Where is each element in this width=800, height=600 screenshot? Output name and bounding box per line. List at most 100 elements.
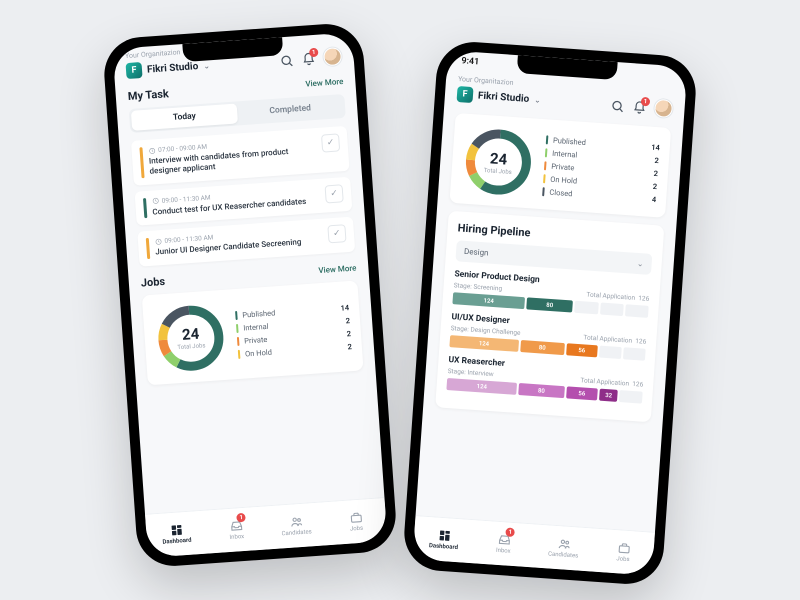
pipeline-filter-value: Design bbox=[464, 247, 489, 258]
bell-icon[interactable]: 1 bbox=[632, 99, 647, 114]
status-time: 9:41 bbox=[461, 56, 480, 67]
tabbar-label: Dashboard bbox=[429, 542, 458, 551]
jobs-card: 24 Total Jobs Published 14 Internal 2 Pr… bbox=[142, 280, 364, 385]
legend-value: 4 bbox=[652, 194, 657, 203]
search-icon[interactable] bbox=[610, 98, 625, 113]
legend-value: 2 bbox=[346, 329, 351, 338]
org-name: Fikri Studio bbox=[147, 61, 199, 76]
search-icon[interactable] bbox=[279, 52, 294, 67]
legend-swatch bbox=[236, 323, 239, 332]
jobs-total-label: Total Jobs bbox=[484, 167, 513, 176]
task-checkbox[interactable]: ✓ bbox=[325, 184, 344, 203]
tabbar-label: Inbox bbox=[496, 547, 511, 555]
task-accent bbox=[139, 147, 144, 178]
tabbar-label: Candidates bbox=[281, 528, 312, 537]
mytask-title: My Task bbox=[127, 87, 169, 103]
pipeline-segment: 56 bbox=[566, 343, 598, 357]
tabbar-jobs[interactable]: Jobs bbox=[592, 529, 655, 576]
mytask-view-more[interactable]: View More bbox=[305, 77, 344, 89]
tabbar-inbox[interactable]: Inbox 1 bbox=[205, 506, 268, 553]
pipeline-item: UI/UX Designer Stage: Design ChallengeTo… bbox=[449, 312, 647, 361]
pipeline-segment-empty bbox=[625, 304, 649, 318]
chevron-down-icon: ⌄ bbox=[203, 61, 210, 70]
pipeline-stage: Stage: Screening bbox=[453, 281, 502, 292]
pipeline-segment: 80 bbox=[520, 340, 565, 355]
org-logo-icon: F bbox=[456, 86, 473, 103]
pipeline-segment: 80 bbox=[518, 383, 564, 398]
legend-value: 2 bbox=[345, 316, 350, 325]
pipeline-segment: 124 bbox=[449, 335, 518, 352]
task-checkbox[interactable]: ✓ bbox=[327, 224, 346, 243]
pipeline-total: Total Application 126 bbox=[583, 333, 646, 345]
legend-swatch bbox=[544, 161, 547, 170]
pipeline-segment-empty bbox=[619, 390, 642, 404]
task-card[interactable]: 07:00 - 09:00 AM Interview with candidat… bbox=[131, 126, 350, 186]
avatar[interactable] bbox=[654, 99, 673, 118]
notif-badge: 1 bbox=[641, 97, 651, 107]
tabbar-badge: 1 bbox=[236, 513, 246, 523]
legend-value: 2 bbox=[653, 181, 658, 190]
tabbar-jobs[interactable]: Jobs bbox=[325, 498, 388, 545]
pipeline-segment-empty bbox=[600, 302, 624, 316]
tab-today[interactable]: Today bbox=[131, 103, 238, 130]
pipeline-stage: Stage: Interview bbox=[447, 367, 494, 378]
legend-value: 14 bbox=[651, 142, 660, 152]
legend-label: Closed bbox=[549, 187, 647, 203]
legend-swatch bbox=[545, 148, 548, 157]
phone-left: Your Organitazion F Fikri Studio ⌄ 1 bbox=[102, 22, 398, 569]
org-logo-icon: F bbox=[126, 62, 143, 79]
bell-icon[interactable]: 1 bbox=[301, 51, 316, 66]
task-checkbox[interactable]: ✓ bbox=[321, 133, 340, 152]
jobs-donut-chart: 24 Total Jobs bbox=[152, 299, 229, 376]
chevron-down-icon: ⌄ bbox=[534, 95, 541, 104]
tabbar-label: Candidates bbox=[548, 550, 579, 559]
jobs-view-more[interactable]: View More bbox=[318, 263, 357, 275]
task-card[interactable]: 09:00 - 11:30 AM Junior UI Designer Cand… bbox=[137, 217, 355, 266]
legend-value: 14 bbox=[340, 303, 349, 313]
legend-swatch bbox=[543, 174, 546, 183]
pipeline-segment: 124 bbox=[446, 378, 517, 395]
tabbar-label: Inbox bbox=[229, 533, 244, 541]
tabbar-badge: 1 bbox=[505, 527, 515, 537]
pipeline-segment: 56 bbox=[566, 386, 598, 400]
jobs-title: Jobs bbox=[140, 274, 165, 289]
pipeline-total: Total Application 126 bbox=[580, 376, 643, 388]
legend-value: 2 bbox=[654, 155, 659, 164]
jobs-donut-chart: 24 Total Jobs bbox=[460, 124, 537, 201]
pipeline-total: Total Application 126 bbox=[586, 291, 649, 303]
pipeline-segment-empty bbox=[623, 347, 646, 361]
screen-left: Your Organitazion F Fikri Studio ⌄ 1 bbox=[113, 32, 388, 557]
tabbar-candidates[interactable]: Candidates bbox=[265, 502, 328, 549]
pipeline-segment-empty bbox=[599, 346, 622, 360]
pipeline-segment: 32 bbox=[599, 389, 618, 402]
tabbar-label: Jobs bbox=[616, 555, 630, 563]
avatar[interactable] bbox=[323, 47, 342, 66]
tab-completed[interactable]: Completed bbox=[237, 96, 344, 123]
legend-label: On Hold bbox=[245, 342, 343, 358]
screen-right: 9:41 Your Organitazion F Fikri Studio ⌄ bbox=[413, 50, 688, 575]
pipeline-segment: 124 bbox=[452, 292, 525, 309]
tabbar-inbox[interactable]: Inbox 1 bbox=[472, 520, 535, 567]
pipeline-segment-empty bbox=[574, 301, 598, 315]
legend-swatch bbox=[546, 135, 549, 144]
legend-swatch bbox=[237, 336, 240, 345]
jobs-total: 24 bbox=[489, 149, 507, 168]
legend-value: 2 bbox=[653, 168, 658, 177]
legend-swatch bbox=[238, 349, 241, 358]
notif-badge: 1 bbox=[309, 48, 319, 58]
pipeline-item: UX Reasercher Stage: InterviewTotal Appl… bbox=[446, 355, 644, 404]
tabbar-candidates[interactable]: Candidates bbox=[532, 524, 595, 571]
tabbar-dashboard[interactable]: Dashboard bbox=[413, 516, 476, 563]
org-switcher[interactable]: F Fikri Studio ⌄ bbox=[456, 86, 541, 108]
chevron-down-icon: ⌄ bbox=[637, 259, 644, 268]
phone-right: 9:41 Your Organitazion F Fikri Studio ⌄ bbox=[402, 40, 698, 587]
org-name: Fikri Studio bbox=[478, 90, 530, 105]
jobs-total-label: Total Jobs bbox=[177, 342, 206, 351]
pipeline-card: Hiring Pipeline Design ⌄ Senior Product … bbox=[435, 211, 664, 423]
tabbar-label: Jobs bbox=[350, 525, 364, 533]
jobs-card: 24 Total Jobs Published 14 Internal 2 Pr… bbox=[449, 113, 671, 218]
pipeline-segment: 80 bbox=[526, 297, 573, 312]
tabbar-dashboard[interactable]: Dashboard bbox=[145, 511, 208, 558]
legend-value: 2 bbox=[347, 342, 352, 351]
legend-swatch bbox=[542, 187, 545, 196]
